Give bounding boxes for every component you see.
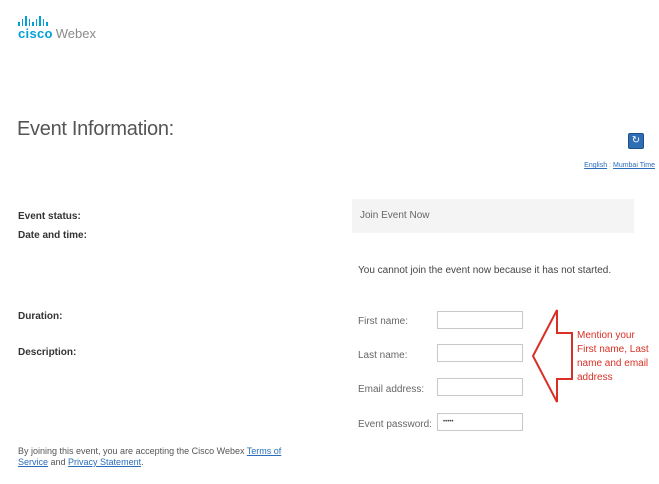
footer-and: and (48, 457, 69, 467)
event-password-input[interactable] (437, 413, 523, 431)
refresh-icon[interactable]: ↻ (628, 133, 644, 149)
footer-period: . (141, 457, 144, 467)
description-label: Description: (18, 347, 77, 358)
page-title: Event Information: (17, 118, 174, 140)
first-name-input[interactable] (437, 311, 523, 329)
event-password-label: Event password: (358, 419, 432, 430)
date-time-label: Date and time: (18, 230, 87, 241)
event-not-started-notice: You cannot join the event now because it… (358, 265, 612, 276)
footer-text: By joining this event, you are accepting… (18, 446, 247, 456)
link-separator: : (609, 162, 612, 169)
timezone-link[interactable]: Mumbai Time (613, 162, 655, 169)
email-address-label: Email address: (358, 384, 425, 395)
cisco-bars-icon (18, 16, 96, 26)
last-name-input[interactable] (437, 344, 523, 362)
privacy-statement-link[interactable]: Privacy Statement (68, 457, 141, 467)
logo-webex-text: Webex (55, 26, 96, 41)
duration-label: Duration: (18, 311, 63, 322)
left-arrow-annotation (531, 309, 573, 403)
join-event-header: Join Event Now (352, 199, 634, 233)
event-status-label: Event status: (18, 211, 81, 222)
first-name-label: First name: (358, 316, 409, 327)
language-timezone-row: English : Mumbai Time (584, 162, 655, 169)
email-address-input[interactable] (437, 378, 523, 396)
logo-cisco-text: cisco (18, 26, 53, 41)
last-name-label: Last name: (358, 350, 408, 361)
cisco-webex-logo: cisco Webex (18, 16, 96, 41)
terms-footer: By joining this event, you are accepting… (18, 446, 288, 468)
annotation-callout: Mention your First name, Last name and e… (577, 330, 649, 383)
join-event-title: Join Event Now (360, 210, 430, 221)
language-link[interactable]: English (584, 162, 607, 169)
